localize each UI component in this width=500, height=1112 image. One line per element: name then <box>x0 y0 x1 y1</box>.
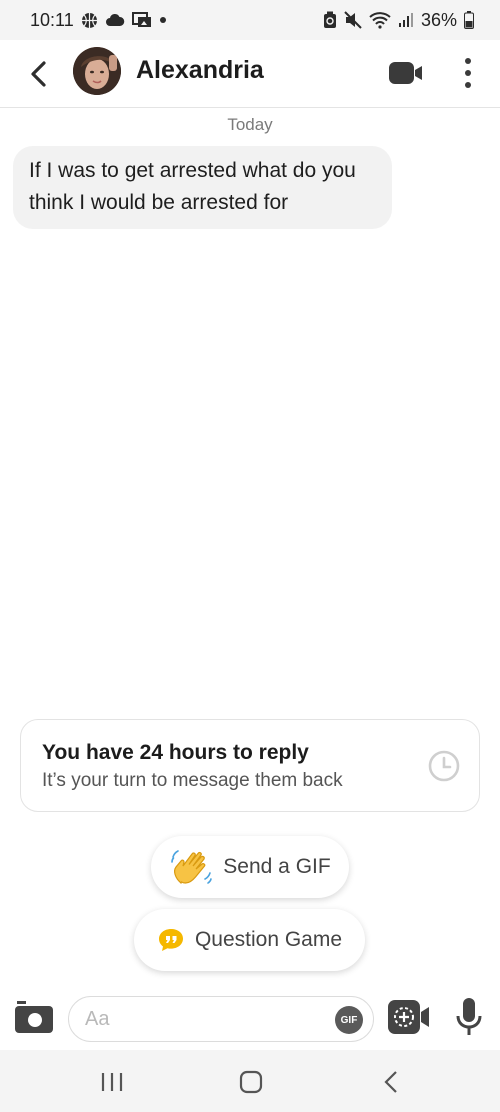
status-left: 10:11 <box>30 10 167 31</box>
wifi-icon <box>369 11 391 29</box>
reply-card-subtitle: It’s your turn to message them back <box>42 770 343 791</box>
status-right: 36% <box>323 10 474 31</box>
reply-card-title: You have 24 hours to reply <box>42 741 309 764</box>
back-button[interactable] <box>22 57 54 91</box>
camera-icon <box>15 1001 53 1033</box>
speech-bubble-quote-icon <box>158 929 183 951</box>
signal-icon <box>398 12 414 28</box>
video-call-icon <box>389 62 422 84</box>
question-game-button[interactable]: Question Game <box>134 909 365 971</box>
back-arrow-icon <box>31 61 46 87</box>
system-nav-bar <box>0 1050 500 1112</box>
reply-timer-card: You have 24 hours to reply It’s your tur… <box>20 719 480 812</box>
gif-button[interactable]: GIF <box>335 1006 363 1034</box>
back-icon <box>384 1071 397 1093</box>
recent-apps-button[interactable] <box>92 1068 132 1096</box>
recent-apps-icon <box>101 1073 123 1091</box>
more-options-button[interactable] <box>458 54 478 92</box>
battery-saver-icon <box>323 11 337 29</box>
incoming-message-bubble[interactable]: If I was to get arrested what do you thi… <box>13 146 392 229</box>
video-note-icon <box>388 1000 429 1034</box>
send-gif-label: Send a GIF <box>223 855 331 878</box>
photo-icon <box>131 12 152 28</box>
dot-icon <box>159 16 167 24</box>
status-time: 10:11 <box>30 9 74 30</box>
mute-icon <box>344 11 362 29</box>
battery-icon <box>464 11 474 29</box>
chat-header: Alexandria <box>0 40 500 108</box>
waving-hand-icon <box>171 850 213 884</box>
camera-button[interactable] <box>14 1000 54 1034</box>
video-call-button[interactable] <box>388 60 424 86</box>
cloud-icon <box>105 13 125 27</box>
battery-percent: 36% <box>420 9 457 30</box>
clock-icon <box>428 750 460 782</box>
home-button[interactable] <box>231 1068 271 1096</box>
avatar[interactable] <box>73 47 121 95</box>
more-vertical-icon <box>465 58 471 64</box>
microphone-button[interactable] <box>455 997 483 1037</box>
date-separator: Today <box>227 115 273 134</box>
contact-name[interactable]: Alexandria <box>136 56 264 85</box>
home-icon <box>239 1070 263 1094</box>
question-game-label: Question Game <box>194 928 343 951</box>
basketball-icon <box>81 12 98 29</box>
microphone-icon <box>456 998 482 1035</box>
video-note-button[interactable] <box>387 999 431 1035</box>
system-back-button[interactable] <box>371 1068 411 1096</box>
status-bar: 10:11 36% <box>0 0 500 40</box>
send-gif-button[interactable]: Send a GIF <box>151 836 349 898</box>
message-input[interactable] <box>68 996 374 1042</box>
message-composer: GIF <box>0 994 500 1044</box>
